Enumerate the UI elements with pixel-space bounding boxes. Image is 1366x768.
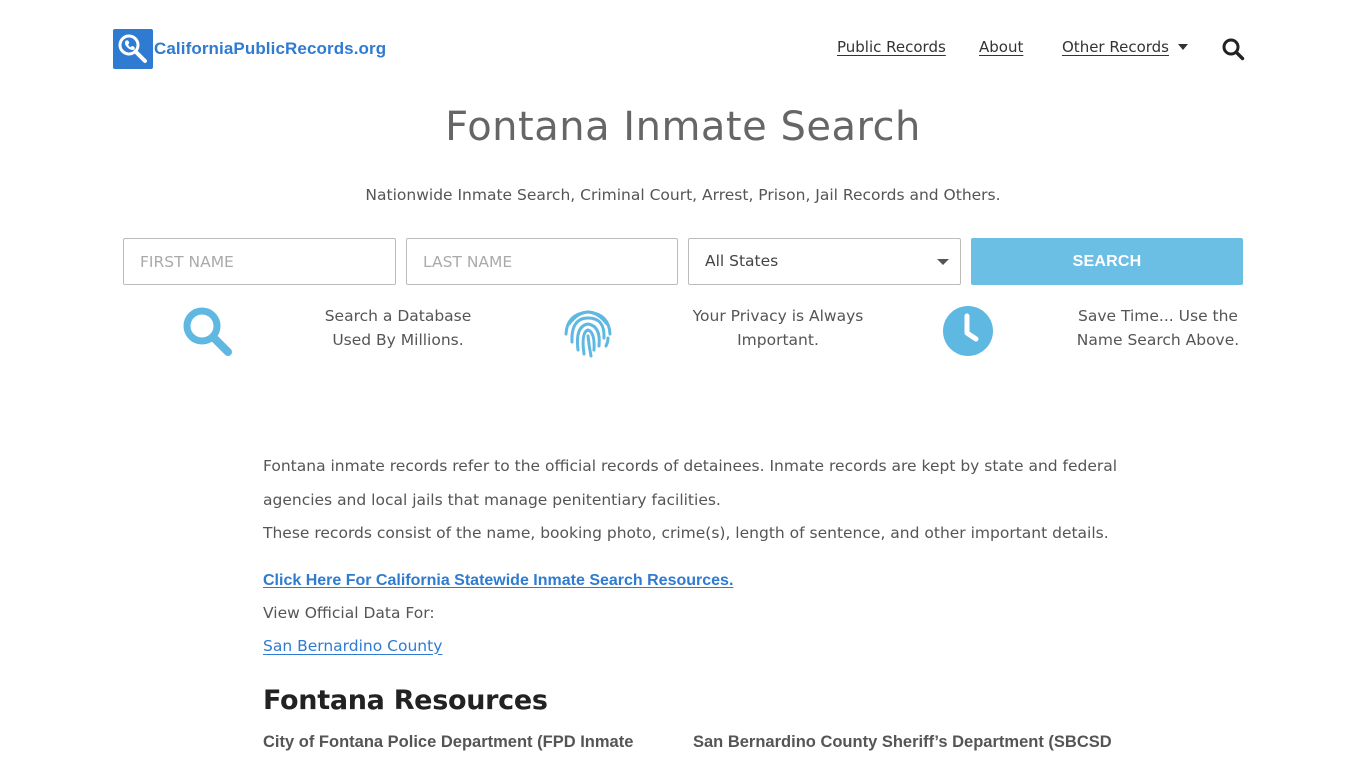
resources-list: City of Fontana Police Department (FPD I… [263,733,1123,763]
main-content: Fontana inmate records refer to the offi… [263,450,1123,763]
feature-database-line1: Search a Database [324,307,472,325]
nav-other-records-label: Other Records [1062,38,1169,56]
first-name-input[interactable] [123,238,396,285]
intro-paragraph-1: Fontana inmate records refer to the offi… [263,457,1118,509]
main-nav: Public Records About Other Records [0,38,1366,62]
fingerprint-icon [561,304,615,358]
chevron-down-icon [1178,44,1188,50]
view-official-data-label: View Official Data For: [263,603,435,622]
search-button[interactable]: SEARCH [971,238,1243,285]
feature-database-line2: Used By Millions. [332,331,464,349]
search-icon[interactable] [1221,37,1245,61]
feature-time-line2: Name Search Above. [1076,331,1240,349]
intro-paragraph-2: These records consist of the name, booki… [263,524,1109,542]
resource-fontana-police[interactable]: City of Fontana Police Department (FPD I… [263,733,633,752]
resource-sb-sheriff[interactable]: San Bernardino County Sheriff’s Departme… [693,733,1112,752]
magnifier-icon [180,304,234,358]
nav-about[interactable]: About [979,38,1023,56]
clock-icon [941,304,995,358]
nav-public-records[interactable]: Public Records [837,38,946,56]
page-subtitle: Nationwide Inmate Search, Criminal Court… [365,186,1001,204]
nav-other-records[interactable]: Other Records [1062,38,1188,56]
page-title: Fontana Inmate Search [445,104,921,150]
state-select[interactable]: All States [688,238,961,285]
feature-privacy-line1: Your Privacy is Always [692,307,864,325]
feature-privacy-line2: Important. [737,331,819,349]
site-header: CaliforniaPublicRecords.org Public Recor… [0,0,1366,100]
county-link[interactable]: San Bernardino County [263,630,1123,663]
feature-privacy-text: Your Privacy is Always Important. [678,304,878,352]
feature-time-text: Save Time... Use the Name Search Above. [1058,304,1258,352]
resources-heading: Fontana Resources [263,684,548,716]
dropdown-arrow-icon [937,259,949,265]
feature-database-text: Search a Database Used By Millions. [298,304,498,352]
last-name-input[interactable] [406,238,678,285]
feature-time-line1: Save Time... Use the [1078,307,1238,325]
state-select-value: All States [705,252,779,270]
statewide-resources-link[interactable]: Click Here For California Statewide Inma… [263,565,1123,597]
